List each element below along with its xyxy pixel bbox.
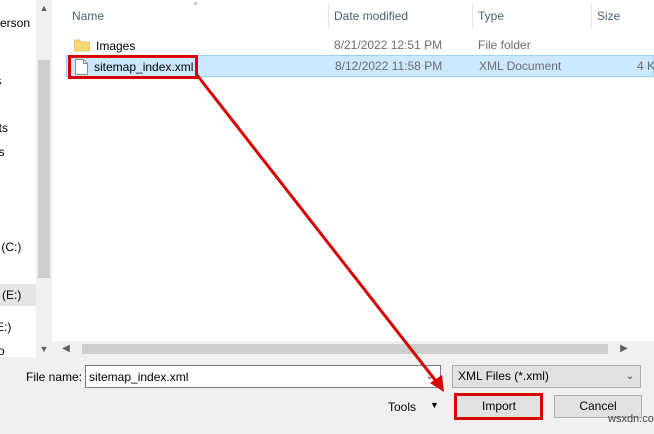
scroll-left-icon[interactable]: ◀ [58, 341, 74, 357]
file-type-value: XML Files (*.xml) [458, 369, 549, 383]
scroll-up-icon[interactable]: ▲ [36, 0, 52, 16]
dialog-footer: File name: ⌄ XML Files (*.xml) ⌄ Tools ▼… [0, 357, 654, 434]
file-date: 8/12/2022 11:58 PM [335, 59, 443, 73]
tools-label: Tools [388, 400, 417, 414]
watermark-text: wsxdn.com [608, 413, 654, 425]
highlight-box-import [454, 393, 543, 420]
column-header-name[interactable]: Name [66, 0, 328, 32]
file-type-select[interactable]: XML Files (*.xml) ⌄ [452, 365, 641, 388]
nav-item-drive-e[interactable]: 2 (E:) [0, 284, 36, 306]
file-name-input[interactable] [89, 368, 409, 386]
column-header-date-modified[interactable]: Date modified [328, 0, 472, 32]
nav-item-desktop[interactable]: s [0, 92, 36, 114]
file-list: ⌃ Name Date modified Type Size Images 8/… [52, 0, 654, 341]
tools-button[interactable]: Tools ▼ [378, 396, 446, 418]
nav-scrollbar[interactable]: ▲ ▼ [36, 0, 52, 357]
nav-item-documents[interactable]: ts [0, 70, 36, 92]
column-header-type[interactable]: Type [472, 0, 591, 32]
nav-item-network[interactable]: ko [0, 340, 36, 357]
chevron-down-icon: ⌄ [625, 371, 635, 382]
file-date: 8/21/2022 12:51 PM [334, 38, 443, 52]
nav-item-documents-2[interactable]: nts [0, 117, 36, 139]
chevron-down-icon[interactable]: ⌄ [420, 366, 440, 387]
file-row-images[interactable]: Images 8/21/2022 12:51 PM File folder [66, 34, 654, 56]
file-name-cell: Images [74, 34, 324, 57]
file-name-label: File name: [26, 370, 83, 384]
file-type: File folder [478, 38, 531, 52]
column-header-size[interactable]: Size [591, 0, 651, 32]
nav-item-personal[interactable]: Person [0, 12, 36, 34]
dropdown-arrow-icon: ▼ [430, 400, 439, 410]
scroll-down-icon[interactable]: ▼ [36, 341, 52, 357]
nav-item-local-disk-c[interactable]: k (C:) [0, 236, 36, 258]
nav-item-drive-e-2[interactable]: (E:) [0, 316, 36, 338]
nav-scroll-thumb[interactable] [38, 60, 50, 278]
file-type: XML Document [479, 59, 562, 73]
scroll-right-icon[interactable]: ▶ [616, 341, 632, 357]
folder-icon [74, 39, 90, 52]
navigation-pane: Person ts s nts ds k (C:) 2 (E:) (E:) ko [0, 0, 36, 357]
horizontal-scroll-thumb[interactable] [82, 344, 608, 354]
file-name: Images [96, 38, 136, 53]
file-name-combobox[interactable]: ⌄ [85, 365, 441, 388]
horizontal-scrollbar[interactable]: ◀ ▶ [52, 341, 654, 357]
nav-item-downloads[interactable]: ds [0, 141, 36, 163]
highlight-box-file [68, 55, 198, 79]
file-size: 4 K [637, 59, 654, 73]
column-headers: ⌃ Name Date modified Type Size [52, 0, 654, 32]
